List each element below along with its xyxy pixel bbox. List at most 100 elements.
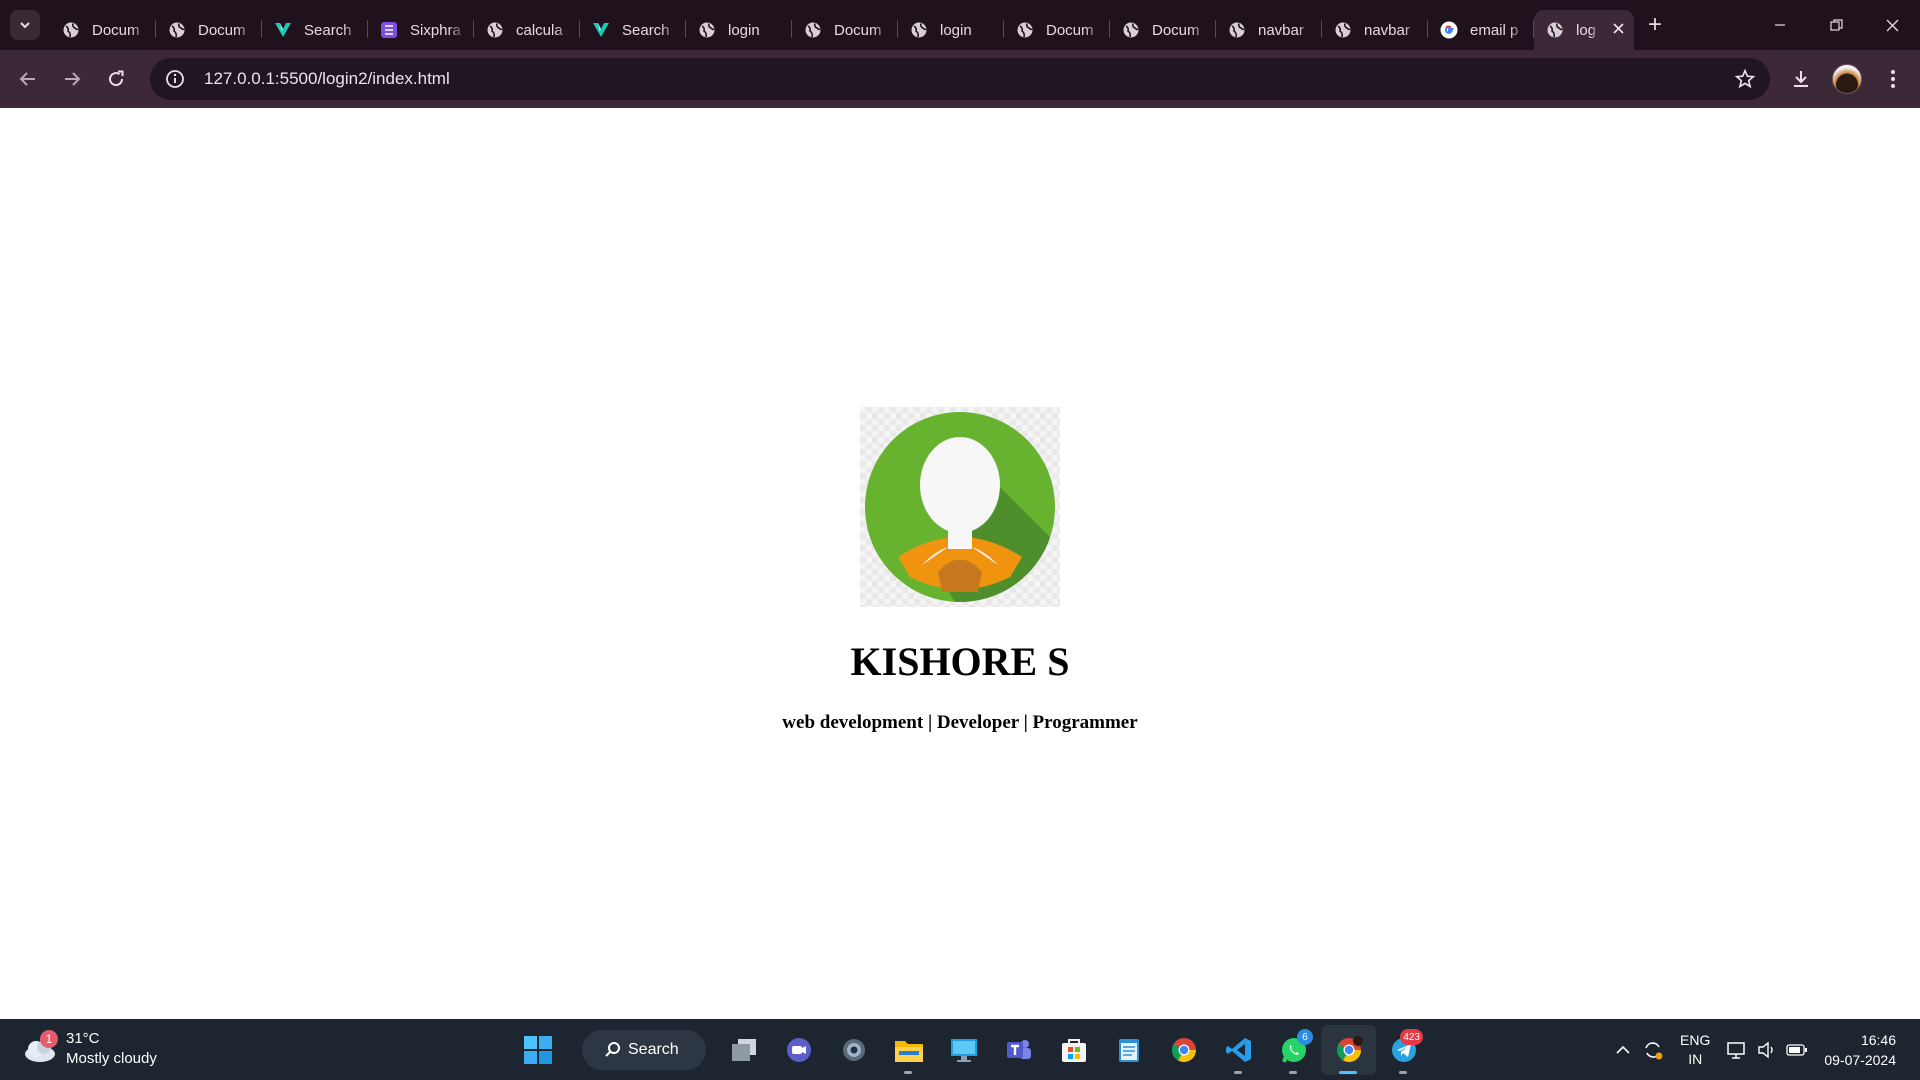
minimize-button[interactable]: [1752, 0, 1808, 50]
teams-icon: [1005, 1036, 1033, 1064]
weather-widget[interactable]: 1 31°C Mostly cloudy: [22, 1029, 157, 1069]
globe-icon: [1546, 21, 1564, 39]
chrome-icon: [1170, 1036, 1198, 1064]
tab-label: Search: [304, 21, 352, 39]
taskbar-app-telegram[interactable]: 423: [1376, 1025, 1431, 1075]
close-icon: [1886, 19, 1898, 31]
weather-condition: Mostly cloudy: [66, 1050, 157, 1067]
taskbar-app-notepad[interactable]: [1101, 1025, 1156, 1075]
tab-label: log: [1576, 21, 1597, 39]
close-tab-button[interactable]: [1613, 21, 1624, 38]
taskbar-app-file-explorer[interactable]: [881, 1025, 936, 1075]
vuetify-icon: [274, 21, 292, 39]
taskbar-app-settings[interactable]: [826, 1025, 881, 1075]
taskbar-app-chrome-profile[interactable]: [1321, 1025, 1376, 1075]
globe-icon: [62, 21, 80, 39]
address-bar[interactable]: 127.0.0.1:5500/login2/index.html: [150, 58, 1770, 100]
running-indicator: [1289, 1071, 1297, 1074]
tab-label: Search: [622, 21, 670, 39]
tab[interactable]: login: [898, 10, 1004, 50]
tab[interactable]: navbar: [1216, 10, 1322, 50]
tab-label: calcula: [516, 21, 563, 39]
user-avatar-icon: [865, 412, 1055, 602]
web-page: KISHORE S web development | Developer | …: [0, 108, 1920, 1019]
taskbar-app-vscode[interactable]: [1211, 1025, 1266, 1075]
battery-button[interactable]: [1782, 1030, 1812, 1070]
settings-icon: [840, 1036, 868, 1064]
tab[interactable]: Search: [262, 10, 368, 50]
tab[interactable]: Docum: [156, 10, 262, 50]
globe-icon: [910, 21, 928, 39]
taskbar-app-whatsapp[interactable]: 6: [1266, 1025, 1321, 1075]
search-label: Search: [628, 1041, 679, 1058]
tab[interactable]: Docum: [1110, 10, 1216, 50]
close-window-button[interactable]: [1864, 0, 1920, 50]
star-icon: [1734, 68, 1756, 89]
clock-time: 16:46: [1860, 1031, 1896, 1048]
tab-label: email p: [1470, 21, 1519, 39]
tab-label: navbar: [1364, 21, 1410, 39]
notepad-icon: [1116, 1036, 1142, 1064]
tab-label: Docum: [1152, 21, 1200, 39]
minimize-icon: [1775, 24, 1785, 26]
taskbar-app-store[interactable]: [1046, 1025, 1101, 1075]
tab[interactable]: Docum: [1004, 10, 1110, 50]
forward-button[interactable]: [50, 57, 94, 101]
globe-icon: [1228, 21, 1246, 39]
clock-date: 09-07-2024: [1824, 1051, 1896, 1068]
taskbar-app-desktop[interactable]: [936, 1025, 991, 1075]
restore-button[interactable]: [1808, 0, 1864, 50]
tab-active[interactable]: log: [1534, 10, 1634, 50]
clock[interactable]: 16:46 09-07-2024: [1824, 1030, 1896, 1070]
vuetify-icon: [592, 21, 610, 39]
url-text[interactable]: 127.0.0.1:5500/login2/index.html: [204, 69, 450, 89]
back-button[interactable]: [6, 57, 50, 101]
menu-button[interactable]: [1870, 56, 1916, 102]
more-vertical-icon: [1891, 70, 1895, 88]
chevron-down-icon: [20, 22, 30, 29]
tab[interactable]: calcula: [474, 10, 580, 50]
taskbar-apps: Search 6 423: [518, 1025, 1431, 1075]
tab[interactable]: email p: [1428, 10, 1534, 50]
downloads-button[interactable]: [1778, 56, 1824, 102]
tab-list: Docum Docum Search Sixphra calcula Search logi…: [50, 0, 1634, 50]
globe-icon: [804, 21, 822, 39]
taskbar-app-teams[interactable]: [991, 1025, 1046, 1075]
network-icon: [1727, 1041, 1746, 1059]
taskbar-search[interactable]: Search: [582, 1030, 706, 1070]
tab[interactable]: navbar: [1322, 10, 1428, 50]
tab-search-button[interactable]: [10, 10, 40, 40]
volume-button[interactable]: [1752, 1030, 1782, 1070]
tab[interactable]: Search: [580, 10, 686, 50]
tab[interactable]: Docum: [50, 10, 156, 50]
tab[interactable]: Sixphra: [368, 10, 474, 50]
taskbar-app-chrome[interactable]: [1156, 1025, 1211, 1075]
start-button[interactable]: [518, 1030, 558, 1070]
language-code: ENG: [1680, 1031, 1711, 1048]
taskbar-app-task-view[interactable]: [716, 1025, 771, 1075]
language-indicator[interactable]: ENG IN: [1680, 1031, 1710, 1069]
running-indicator: [1234, 1071, 1242, 1074]
site-info-button[interactable]: [154, 58, 196, 100]
running-indicator: [904, 1071, 912, 1074]
vscode-icon: [1225, 1036, 1253, 1064]
profile-button[interactable]: [1824, 56, 1870, 102]
profile-avatar: [1832, 64, 1862, 94]
tab-label: navbar: [1258, 21, 1304, 39]
show-hidden-icons-button[interactable]: [1608, 1030, 1638, 1070]
globe-icon: [698, 21, 716, 39]
reload-button[interactable]: [94, 57, 138, 101]
new-tab-button[interactable]: +: [1648, 13, 1662, 37]
bookmark-button[interactable]: [1734, 68, 1756, 95]
download-icon: [1794, 71, 1808, 87]
info-icon: [166, 70, 184, 88]
desktop-icon: [949, 1036, 979, 1064]
tab[interactable]: Docum: [792, 10, 898, 50]
taskbar-app-meet[interactable]: [771, 1025, 826, 1075]
tab[interactable]: login: [686, 10, 792, 50]
globe-icon: [168, 21, 186, 39]
sync-button[interactable]: [1638, 1030, 1668, 1070]
chevron-up-icon: [1616, 1045, 1630, 1054]
profile-avatar-image: [860, 407, 1060, 607]
network-button[interactable]: [1722, 1030, 1752, 1070]
